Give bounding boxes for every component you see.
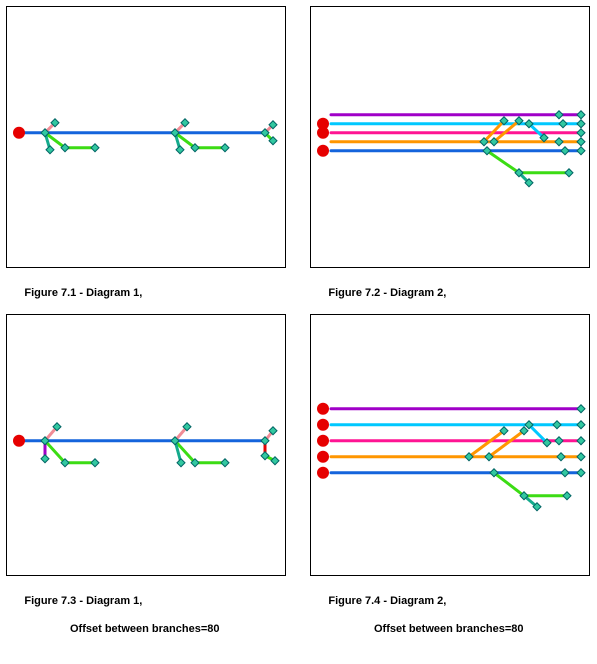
- root-terminal-icon: [317, 451, 329, 463]
- root-terminal-icon: [317, 127, 329, 139]
- node-marker-icon: [577, 437, 585, 445]
- branch-line: [175, 133, 225, 148]
- caption-line-1: Figure 7.2 - Diagram 2,: [328, 287, 446, 299]
- node-marker-icon: [577, 138, 585, 146]
- caption-line-2: Offset between branches=80: [6, 622, 219, 636]
- node-marker-icon: [557, 453, 565, 461]
- root-terminal-icon: [13, 435, 25, 447]
- branch-line: [469, 431, 504, 457]
- caption-line-1: Figure 7.4 - Diagram 2,: [328, 595, 446, 607]
- diagram-svg: [7, 7, 287, 269]
- caption-line-1: Figure 7.1 - Diagram 1,: [24, 287, 142, 299]
- node-marker-icon: [41, 455, 49, 463]
- node-marker-icon: [177, 459, 185, 467]
- node-marker-icon: [565, 169, 573, 177]
- node-marker-icon: [561, 469, 569, 477]
- panel-frame: [6, 314, 286, 576]
- branch-line: [175, 441, 225, 463]
- caption-line-2: Offset between branches=80: [310, 622, 523, 636]
- figure-grid: Figure 7.1 - Diagram 1, Offset between b…: [0, 0, 597, 613]
- root-terminal-icon: [317, 435, 329, 447]
- branch-line: [489, 431, 524, 457]
- node-marker-icon: [555, 111, 563, 119]
- branch-line: [487, 151, 569, 173]
- node-marker-icon: [46, 146, 54, 154]
- figure-caption: Figure 7.4 - Diagram 2, Offset between b…: [310, 580, 523, 664]
- node-marker-icon: [176, 146, 184, 154]
- root-terminal-icon: [317, 403, 329, 415]
- node-marker-icon: [553, 421, 561, 429]
- node-marker-icon: [563, 492, 571, 500]
- node-marker-icon: [221, 144, 229, 152]
- branch-line: [45, 133, 95, 148]
- node-marker-icon: [577, 111, 585, 119]
- node-marker-icon: [91, 144, 99, 152]
- root-terminal-icon: [317, 467, 329, 479]
- node-marker-icon: [555, 437, 563, 445]
- node-marker-icon: [577, 453, 585, 461]
- node-marker-icon: [577, 405, 585, 413]
- node-marker-icon: [577, 421, 585, 429]
- node-marker-icon: [577, 147, 585, 155]
- node-marker-icon: [561, 147, 569, 155]
- panel-frame: [310, 314, 590, 576]
- node-marker-icon: [91, 459, 99, 467]
- diagram-svg: [7, 315, 287, 577]
- diagram-svg: [311, 315, 591, 577]
- diagram-svg: [311, 7, 591, 269]
- root-terminal-icon: [317, 145, 329, 157]
- panel-frame: [310, 6, 590, 268]
- branch-line: [494, 473, 567, 496]
- caption-line-1: Figure 7.3 - Diagram 1,: [24, 595, 142, 607]
- node-marker-icon: [221, 459, 229, 467]
- root-terminal-icon: [317, 419, 329, 431]
- node-marker-icon: [577, 469, 585, 477]
- node-marker-icon: [577, 120, 585, 128]
- panel-frame: [6, 6, 286, 268]
- node-marker-icon: [555, 138, 563, 146]
- figure-caption: Figure 7.3 - Diagram 1, Offset between b…: [6, 580, 219, 664]
- node-marker-icon: [577, 129, 585, 137]
- branch-line: [45, 441, 95, 463]
- root-terminal-icon: [13, 127, 25, 139]
- node-marker-icon: [559, 120, 567, 128]
